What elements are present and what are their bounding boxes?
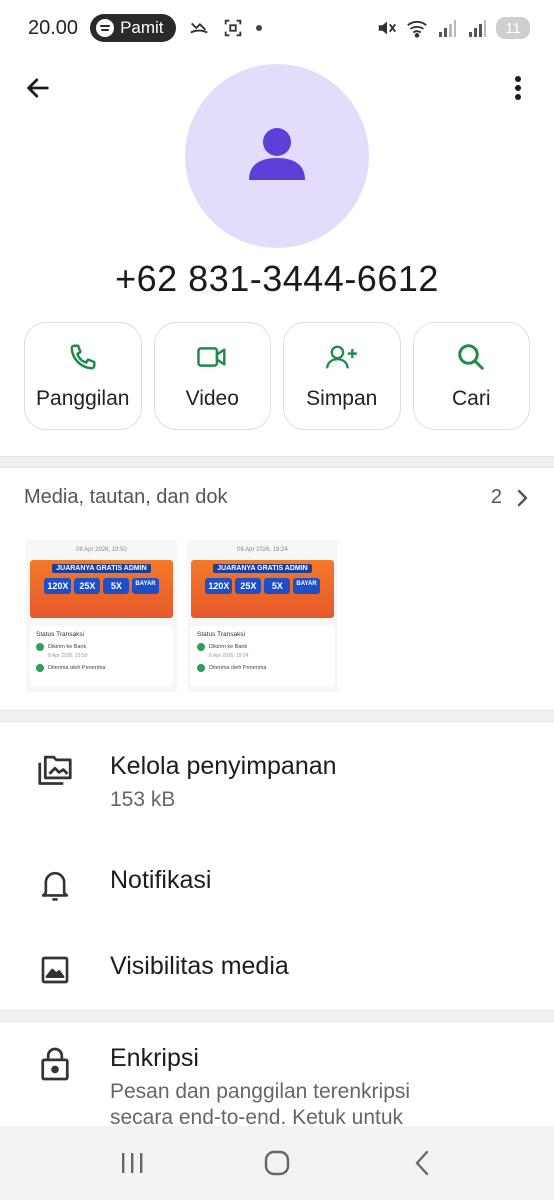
arrow-left-icon: [27, 78, 49, 98]
thumbnail-tag: 5X: [103, 578, 130, 594]
thumbnail-date: 08 Apr 2026, 19:24: [237, 547, 288, 553]
thumbnail-tag: 5X: [264, 578, 291, 594]
back-button[interactable]: [20, 70, 56, 106]
recent-apps-button[interactable]: [102, 1138, 162, 1188]
video-button[interactable]: Video: [153, 322, 271, 430]
add-person-icon: [325, 341, 358, 373]
media-visibility-title: Visibilitas media: [110, 952, 289, 980]
media-visibility-item[interactable]: Visibilitas media: [0, 952, 554, 986]
contact-avatar[interactable]: [185, 64, 369, 248]
more-options-button[interactable]: [500, 70, 536, 106]
check-icon: [197, 664, 205, 672]
check-icon: [36, 664, 44, 672]
notification-dot-icon: [255, 25, 262, 31]
call-label: Panggilan: [36, 387, 130, 410]
media-thumbnail[interactable]: 08 Apr 2026, 19:24 JUARANYA GRATIS ADMIN…: [187, 540, 338, 692]
encryption-title: Enkripsi: [110, 1044, 199, 1072]
missed-call-icon: [188, 17, 210, 39]
video-label: Video: [185, 387, 239, 410]
thumbnail-step: Diterima oleh Penerima: [48, 665, 106, 671]
thumbnail-status-card: Status Transaksi Dikirim ke Bank 8 Apr 2…: [30, 626, 173, 686]
thumbnail-date: 08 Apr 2026, 19:50: [76, 547, 127, 553]
system-nav-bar: [0, 1126, 554, 1200]
thumbnail-step-time: 8 Apr 2026, 19:50: [48, 653, 88, 659]
thumbnail-headline: JUARANYA GRATIS ADMIN: [52, 564, 151, 573]
thumbnail-tag: 25X: [235, 578, 262, 594]
chevron-right-icon: [517, 489, 528, 506]
battery-icon: 11: [496, 17, 530, 39]
action-buttons: Panggilan Video Simpan Cari: [24, 322, 530, 430]
notifications-title: Notifikasi: [110, 866, 212, 894]
chevron-left-icon: [415, 1150, 428, 1176]
search-icon: [455, 341, 487, 373]
encryption-description: Pesan dan panggilan terenkripsi secara e…: [110, 1080, 411, 1129]
media-pill-label: Pamit: [120, 18, 164, 37]
media-section-header[interactable]: Media, tautan, dan dok 2: [24, 486, 530, 509]
signal-icon: [436, 17, 458, 39]
section-divider: [0, 456, 554, 468]
back-nav-button[interactable]: [392, 1138, 452, 1188]
media-thumbnail[interactable]: 08 Apr 2026, 19:50 JUARANYA GRATIS ADMIN…: [26, 540, 177, 692]
thumbnail-status-title: Status Transaksi: [36, 631, 85, 638]
thumbnail-tag: 25X: [74, 578, 101, 594]
manage-storage-size: 153 kB: [110, 788, 176, 811]
lock-icon: [0, 1044, 110, 1082]
person-icon: [249, 128, 305, 180]
manage-storage-item[interactable]: Kelola penyimpanan 153 kB: [0, 752, 554, 813]
wifi-icon: [406, 17, 428, 39]
thumbnail-headline: JUARANYA GRATIS ADMIN: [213, 564, 312, 573]
media-thumbnails: 08 Apr 2026, 19:50 JUARANYA GRATIS ADMIN…: [26, 540, 338, 692]
status-bar: 20.00 Pamit 11: [0, 0, 554, 56]
video-icon: [196, 341, 228, 373]
phone-icon: [67, 341, 99, 373]
thumbnail-step-time: 8 Apr 2026, 19:24: [209, 653, 249, 659]
section-divider: [0, 710, 554, 722]
signal-icon: [466, 17, 488, 39]
home-button[interactable]: [247, 1138, 307, 1188]
screenshot-icon: [222, 17, 244, 39]
media-count: 2: [490, 486, 502, 508]
more-vert-icon: [515, 76, 521, 100]
bell-icon: [0, 866, 110, 902]
encryption-item[interactable]: Enkripsi Pesan dan panggilan terenkripsi…: [0, 1044, 554, 1131]
thumbnail-step: Dikirim ke Bank: [48, 644, 87, 650]
home-icon: [264, 1150, 290, 1176]
status-time: 20.00: [28, 16, 79, 39]
manage-storage-title: Kelola penyimpanan: [110, 752, 337, 780]
check-icon: [197, 643, 205, 651]
thumbnail-step: Dikirim ke Bank: [209, 644, 248, 650]
thumbnail-step: Diterima oleh Penerima: [209, 665, 267, 671]
call-button[interactable]: Panggilan: [24, 322, 142, 430]
save-contact-button[interactable]: Simpan: [283, 322, 401, 430]
section-divider: [0, 1010, 554, 1022]
media-section-title: Media, tautan, dan dok: [24, 486, 228, 508]
image-icon: [0, 952, 110, 986]
search-button[interactable]: Cari: [412, 322, 530, 430]
thumbnail-tag: BAYAR: [132, 578, 159, 594]
thumbnail-status-title: Status Transaksi: [197, 631, 246, 638]
notifications-item[interactable]: Notifikasi: [0, 866, 554, 902]
spotify-icon: [96, 19, 115, 37]
thumbnail-tag: BAYAR: [293, 578, 320, 594]
storage-icon: [0, 752, 110, 788]
mute-icon: [376, 17, 398, 39]
search-label: Cari: [451, 387, 491, 410]
recent-apps-icon: [122, 1153, 143, 1173]
thumbnail-tag: 120X: [44, 578, 72, 594]
thumbnail-status-card: Status Transaksi Dikirim ke Bank 8 Apr 2…: [191, 626, 334, 686]
thumbnail-tag: 120X: [205, 578, 233, 594]
media-pill[interactable]: Pamit: [90, 14, 176, 42]
contact-phone-number: +62 831-3444-6612: [115, 258, 439, 299]
thumbnail-banner: JUARANYA GRATIS ADMIN 120X 25X 5X BAYAR: [191, 560, 334, 618]
save-contact-label: Simpan: [306, 387, 378, 410]
check-icon: [36, 643, 44, 651]
thumbnail-banner: JUARANYA GRATIS ADMIN 120X 25X 5X BAYAR: [30, 560, 173, 618]
